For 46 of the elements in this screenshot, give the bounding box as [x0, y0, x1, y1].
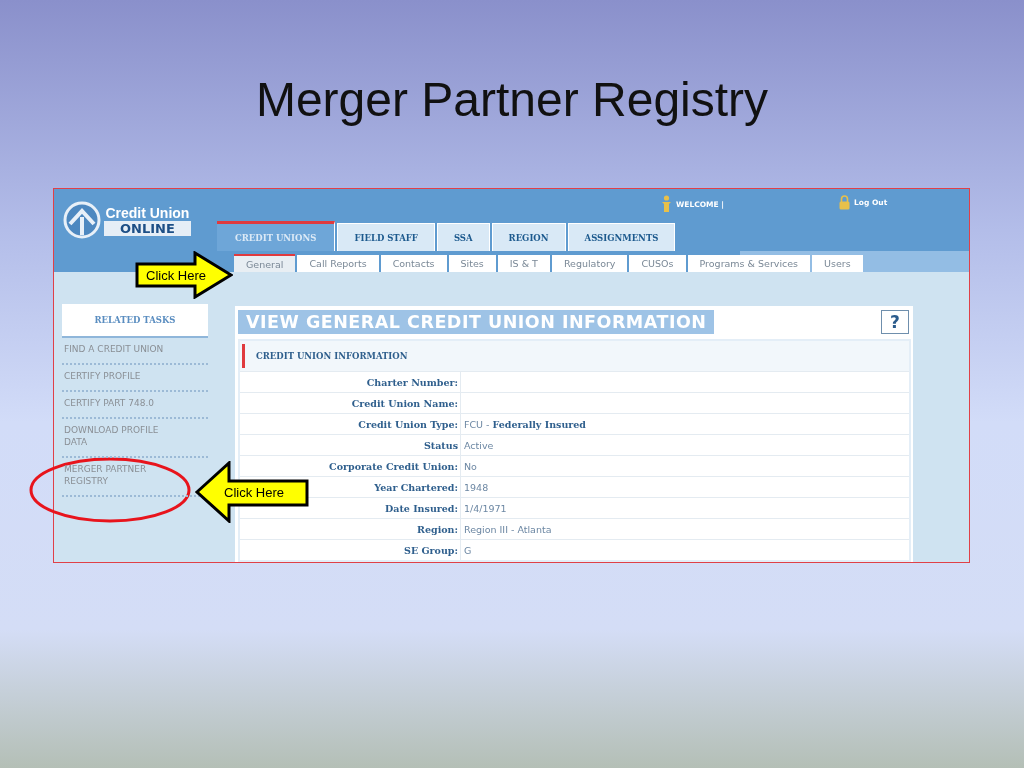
sidebar-link[interactable]: CERTIFY PART 748.0 — [64, 397, 154, 409]
field-label: SE Group: — [404, 544, 458, 556]
sub-tab[interactable]: General — [234, 254, 296, 272]
section-title: CREDIT UNION INFORMATION — [255, 351, 408, 361]
callout-arrow: Click Here — [135, 251, 233, 299]
field-value: G — [464, 544, 472, 556]
logo-text: Credit Union — [105, 204, 190, 221]
sub-tab[interactable]: Users — [812, 255, 863, 272]
field-label: Charter Number: — [366, 376, 458, 388]
field-label: Corporate Credit Union: — [329, 460, 458, 472]
sidebar-title: RELATED TASKS — [62, 304, 208, 338]
logo-icon — [62, 200, 102, 241]
field-value: FCU - Federally Insured — [464, 418, 586, 430]
sub-tab[interactable]: Sites — [448, 255, 496, 272]
figure-icon — [661, 195, 672, 213]
field-label: Credit Union Type: — [358, 418, 458, 430]
nav-tab[interactable]: CREDIT UNIONS — [217, 221, 336, 252]
field-value: Region III - Atlanta — [464, 523, 552, 535]
nav-tab[interactable]: ASSIGNMENTS — [567, 223, 676, 252]
field-label: Date Insured: — [385, 502, 458, 514]
field-label: Region: — [417, 523, 458, 535]
sub-tab[interactable]: Programs & Services — [687, 255, 811, 272]
field-value: 1/4/1971 — [464, 502, 507, 514]
panel-title: VIEW GENERAL CREDIT UNION INFORMATION — [238, 310, 715, 334]
sidebar-link[interactable]: CERTIFY PROFILE — [64, 370, 141, 382]
field-value: 1948 — [464, 481, 489, 493]
sidebar-link[interactable]: DOWNLOAD PROFILE DATA — [64, 424, 170, 448]
sub-tab[interactable]: Regulatory — [551, 255, 628, 272]
field-label: Credit Union Name: — [351, 397, 458, 409]
sub-tab[interactable]: Contacts — [380, 255, 447, 272]
sub-tab[interactable]: IS & T — [497, 255, 550, 272]
nav-tab[interactable]: SSA — [436, 223, 490, 252]
logo-text: ONLINE — [104, 220, 191, 236]
sidebar-link[interactable]: FIND A CREDIT UNION — [64, 343, 164, 355]
help-button[interactable]: ? — [881, 310, 909, 334]
callout-arrow: Click Here — [195, 461, 309, 523]
sub-tab[interactable]: Call Reports — [297, 255, 379, 272]
field-value: Active — [464, 439, 494, 451]
lock-icon — [839, 195, 850, 210]
slide-title: Merger Partner Registry — [254, 72, 770, 128]
nav-tab[interactable]: REGION — [491, 223, 566, 252]
field-label: Year Chartered: — [374, 481, 458, 493]
nav-tab[interactable]: FIELD STAFF — [337, 223, 435, 252]
field-label: Status — [423, 439, 458, 451]
field-value: No — [464, 460, 477, 472]
sub-tab[interactable]: CUSOs — [629, 255, 686, 272]
